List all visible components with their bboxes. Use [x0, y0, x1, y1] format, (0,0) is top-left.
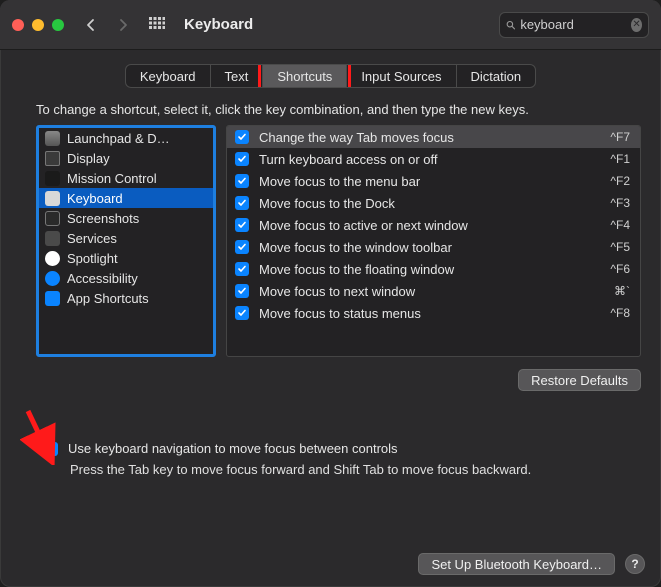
- category-list[interactable]: Launchpad & D… Display Mission Control Keyb…: [36, 125, 216, 357]
- instruction-text: To change a shortcut, select it, click t…: [36, 102, 633, 117]
- shortcut-key: ^F5: [610, 240, 630, 254]
- close-icon[interactable]: [12, 19, 24, 31]
- shortcut-label: Change the way Tab moves focus: [259, 130, 600, 145]
- category-label: Launchpad & D…: [67, 131, 170, 146]
- shortcut-label: Move focus to the menu bar: [259, 174, 600, 189]
- category-item[interactable]: Screenshots: [39, 208, 213, 228]
- shortcut-key: ^F6: [610, 262, 630, 276]
- app-shortcuts-icon: [45, 291, 60, 306]
- keyboard-nav-label: Use keyboard navigation to move focus be…: [68, 441, 398, 456]
- category-label: Screenshots: [67, 211, 139, 226]
- shortcut-row[interactable]: Move focus to the Dock ^F3: [227, 192, 640, 214]
- back-button[interactable]: [80, 12, 102, 38]
- shortcut-label: Move focus to active or next window: [259, 218, 600, 233]
- show-all-icon[interactable]: [144, 12, 170, 38]
- category-label: Accessibility: [67, 271, 138, 286]
- forward-button[interactable]: [112, 12, 134, 38]
- shortcut-row[interactable]: Move focus to active or next window ^F4: [227, 214, 640, 236]
- search-field[interactable]: ✕: [499, 12, 649, 38]
- tab-dictation[interactable]: Dictation: [457, 65, 536, 87]
- shortcut-row[interactable]: Move focus to status menus ^F8: [227, 302, 640, 324]
- keyboard-nav-hint: Press the Tab key to move focus forward …: [70, 462, 631, 477]
- shortcut-label: Move focus to status menus: [259, 306, 600, 321]
- tab-shortcuts[interactable]: Shortcuts: [263, 65, 347, 87]
- category-item[interactable]: App Shortcuts: [39, 288, 213, 308]
- category-label: Keyboard: [67, 191, 123, 206]
- shortcut-key: ^F1: [610, 152, 630, 166]
- category-label: App Shortcuts: [67, 291, 149, 306]
- shortcut-label: Move focus to next window: [259, 284, 604, 299]
- mission-control-icon: [45, 171, 60, 186]
- help-button[interactable]: ?: [625, 554, 645, 574]
- display-icon: [45, 151, 60, 166]
- shortcut-row[interactable]: Move focus to the menu bar ^F2: [227, 170, 640, 192]
- window-toolbar: Keyboard ✕: [0, 0, 661, 50]
- shortcut-checkbox[interactable]: [235, 284, 249, 298]
- accessibility-icon: [45, 271, 60, 286]
- search-icon: [506, 19, 515, 31]
- shortcut-checkbox[interactable]: [235, 196, 249, 210]
- shortcut-key: ^F4: [610, 218, 630, 232]
- zoom-icon[interactable]: [52, 19, 64, 31]
- shortcut-key: ^F7: [610, 130, 630, 144]
- category-item[interactable]: Services: [39, 228, 213, 248]
- tab-input-sources[interactable]: Input Sources: [347, 65, 456, 87]
- shortcut-key: ^F8: [610, 306, 630, 320]
- shortcut-key: ^F3: [610, 196, 630, 210]
- shortcut-label: Turn keyboard access on or off: [259, 152, 600, 167]
- category-item[interactable]: Spotlight: [39, 248, 213, 268]
- shortcut-row[interactable]: Move focus to the floating window ^F6: [227, 258, 640, 280]
- shortcut-checkbox[interactable]: [235, 262, 249, 276]
- preferences-window: Keyboard ✕ KeyboardTextShortcutsInput So…: [0, 0, 661, 587]
- shortcut-checkbox[interactable]: [235, 240, 249, 254]
- shortcut-row[interactable]: Turn keyboard access on or off ^F1: [227, 148, 640, 170]
- shortcut-row[interactable]: Move focus to the window toolbar ^F5: [227, 236, 640, 258]
- services-icon: [45, 231, 60, 246]
- category-item[interactable]: Keyboard: [39, 188, 213, 208]
- restore-defaults-button[interactable]: Restore Defaults: [518, 369, 641, 391]
- screenshots-icon: [45, 211, 60, 226]
- search-input[interactable]: [520, 17, 626, 32]
- category-item[interactable]: Accessibility: [39, 268, 213, 288]
- category-item[interactable]: Display: [39, 148, 213, 168]
- category-item[interactable]: Mission Control: [39, 168, 213, 188]
- setup-bluetooth-button[interactable]: Set Up Bluetooth Keyboard…: [418, 553, 615, 575]
- tab-bar: KeyboardTextShortcutsInput SourcesDictat…: [0, 64, 661, 88]
- category-label: Spotlight: [67, 251, 118, 266]
- tab-text[interactable]: Text: [211, 65, 264, 87]
- annotation-highlight: [258, 64, 351, 88]
- shortcut-key: ^F2: [610, 174, 630, 188]
- shortcut-label: Move focus to the window toolbar: [259, 240, 600, 255]
- shortcut-label: Move focus to the Dock: [259, 196, 600, 211]
- spotlight-icon: [45, 251, 60, 266]
- category-label: Services: [67, 231, 117, 246]
- keyboard-nav-checkbox[interactable]: [44, 442, 58, 456]
- shortcut-row[interactable]: Change the way Tab moves focus ^F7: [227, 126, 640, 148]
- shortcut-checkbox[interactable]: [235, 152, 249, 166]
- launchpad-icon: [45, 131, 60, 146]
- tab-keyboard[interactable]: Keyboard: [126, 65, 211, 87]
- category-label: Mission Control: [67, 171, 157, 186]
- shortcut-checkbox[interactable]: [235, 218, 249, 232]
- shortcut-key: ⌘`: [614, 284, 630, 298]
- window-title: Keyboard: [184, 16, 253, 33]
- shortcut-row[interactable]: Move focus to next window ⌘`: [227, 280, 640, 302]
- category-item[interactable]: Launchpad & D…: [39, 128, 213, 148]
- category-label: Display: [67, 151, 110, 166]
- shortcut-label: Move focus to the floating window: [259, 262, 600, 277]
- traffic-lights: [12, 19, 64, 31]
- shortcut-checkbox[interactable]: [235, 174, 249, 188]
- shortcut-checkbox[interactable]: [235, 130, 249, 144]
- minimize-icon[interactable]: [32, 19, 44, 31]
- keyboard-icon: [45, 191, 60, 206]
- clear-search-icon[interactable]: ✕: [631, 18, 642, 32]
- shortcut-list[interactable]: Change the way Tab moves focus ^F7 Turn ke…: [226, 125, 641, 357]
- shortcut-checkbox[interactable]: [235, 306, 249, 320]
